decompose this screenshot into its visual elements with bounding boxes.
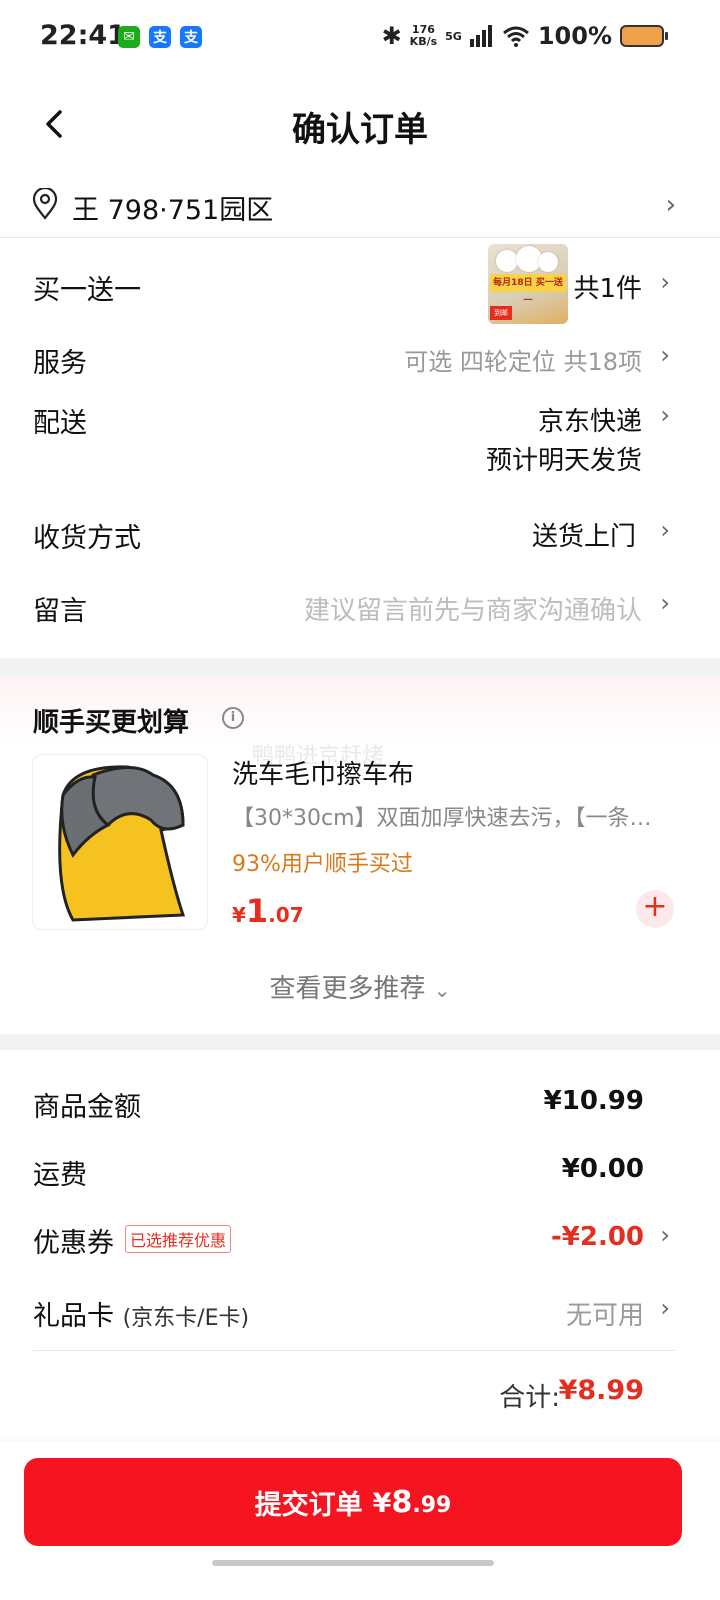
chevron-right-icon: › (660, 589, 670, 617)
delivery-label: 配送 (33, 408, 87, 439)
recommend-product-image[interactable] (32, 754, 208, 930)
coupon-value[interactable]: -¥2.00 (551, 1222, 644, 1252)
submit-currency: ¥ (372, 1487, 392, 1519)
message-label: 留言 (33, 596, 87, 627)
address-row[interactable]: 王 798·751园区 › (0, 176, 720, 238)
coupon-label: 优惠券 (33, 1228, 114, 1259)
price-decimal: .07 (268, 903, 304, 927)
chevron-right-icon: › (660, 401, 670, 429)
battery-icon (620, 25, 668, 47)
location-pin-icon (32, 188, 58, 220)
chevron-right-icon: › (665, 190, 676, 220)
signal-label: 5G (445, 29, 462, 43)
product-thumbnail[interactable]: 每月18日 买一送一 到邮 (488, 244, 568, 324)
chevron-down-icon: ⌄ (433, 978, 451, 1002)
goods-amount-label: 商品金额 (33, 1092, 141, 1123)
wifi-icon (502, 26, 529, 47)
promo-label: 买一送一 (33, 275, 141, 306)
gift-card-row-label: 礼品卡 (京东卡/E卡) (33, 1294, 249, 1333)
add-to-order-button[interactable]: + (636, 890, 674, 928)
summary-divider (33, 1350, 675, 1351)
towel-image (58, 765, 186, 922)
page-title: 确认订单 (292, 110, 428, 150)
receive-method-label: 收货方式 (33, 523, 141, 554)
promo-count[interactable]: 共1件 (573, 268, 642, 305)
recommend-product-name[interactable]: 洗车毛巾擦车布 (232, 754, 414, 791)
status-indicators: ✱ 176 KB/s 5G 100% (381, 22, 668, 50)
info-icon[interactable]: i (222, 707, 244, 729)
gift-card-label: 礼品卡 (33, 1301, 114, 1332)
submit-price-decimal: .99 (412, 1492, 452, 1518)
signal-icon (469, 25, 492, 47)
home-indicator[interactable] (212, 1560, 494, 1566)
wechat-icon: ✉ (118, 26, 140, 48)
delivery-eta: 预计明天发货 (485, 446, 642, 476)
coupon-badge: 已选推荐优惠 (125, 1225, 232, 1253)
price-currency: ¥ (232, 903, 246, 927)
chevron-right-icon: › (660, 341, 670, 369)
gift-card-value[interactable]: 无可用 (566, 1295, 644, 1332)
shipping-value: ¥0.00 (561, 1154, 644, 1184)
chevron-right-icon: › (660, 268, 670, 296)
shipping-label: 运费 (33, 1160, 87, 1191)
network-speed-unit: KB/s (409, 35, 438, 48)
alipay-icon: 支 (149, 26, 171, 48)
battery-percent: 100% (537, 22, 612, 50)
message-input[interactable]: 建议留言前先与商家沟通确认 (304, 590, 642, 627)
thumb-banner: 每月18日 买一送一 (490, 274, 566, 306)
recommend-bought-rate: 93%用户顺手买过 (232, 852, 413, 877)
delivery-value[interactable]: 京东快递 (538, 401, 642, 438)
submit-price: ¥8.99 (373, 1485, 452, 1520)
goods-amount-value: ¥10.99 (543, 1086, 644, 1116)
address-text: 王 798·751园区 (72, 195, 274, 226)
total-value: ¥8.99 (558, 1375, 644, 1406)
section-divider (0, 658, 720, 676)
section-divider (0, 1034, 720, 1050)
price-integer: 1 (245, 892, 269, 930)
recommend-title: 顺手买更划算 (33, 708, 190, 738)
chevron-right-icon: › (660, 1294, 670, 1322)
thumb-tag: 到邮 (490, 306, 512, 320)
recommend-price: ¥1.07 (232, 892, 304, 930)
receive-method-value[interactable]: 送货上门 (532, 516, 636, 553)
alipay-icon: 支 (180, 26, 202, 48)
bluetooth-icon: ✱ (381, 22, 402, 50)
gift-card-sub: (京东卡/E卡) (122, 1306, 250, 1331)
network-speed: 176 KB/s (410, 24, 437, 48)
service-label: 服务 (33, 348, 87, 379)
chevron-right-icon: › (660, 1221, 670, 1249)
submit-order-button[interactable]: 提交订单 ¥8.99 (24, 1458, 682, 1546)
submit-label: 提交订单 (254, 1489, 363, 1521)
service-value[interactable]: 可选 四轮定位 共18项 (404, 342, 642, 377)
status-bar: 22:41 ✉ 支 支 ✱ 176 KB/s 5G 100% (0, 0, 720, 76)
status-time: 22:41 (40, 20, 126, 51)
total-label: 合计: (499, 1383, 560, 1413)
more-recommend-label: 查看更多推荐 (269, 974, 426, 1004)
submit-price-integer: 8 (391, 1484, 413, 1520)
more-recommend-link[interactable]: 查看更多推荐 ⌄ (0, 968, 720, 1005)
recommend-product-desc: 【30*30cm】双面加厚快速去污，【一条… (232, 806, 652, 831)
chevron-right-icon: › (660, 516, 670, 544)
